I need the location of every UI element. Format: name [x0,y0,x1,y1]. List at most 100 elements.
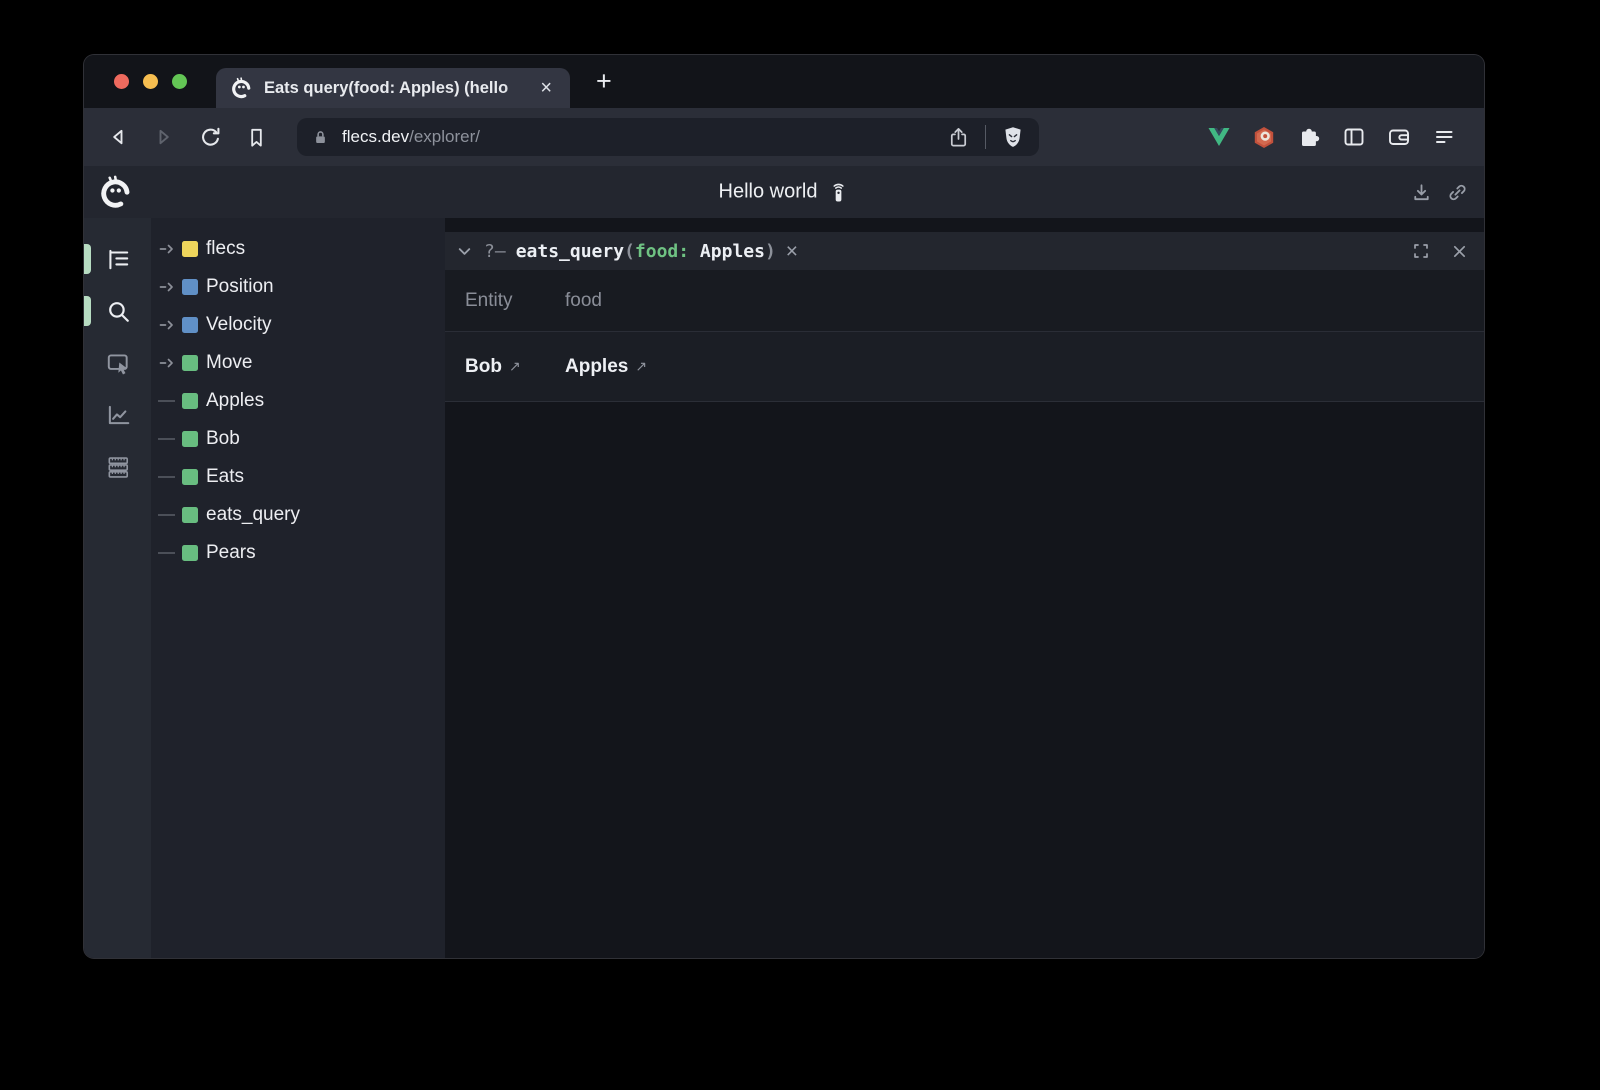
brave-shield-icon[interactable] [1001,125,1025,149]
download-icon[interactable] [1408,179,1434,205]
entity-tree-panel: flecs Position Velocity Move Apples [151,218,445,958]
flecs-logo-icon [98,175,132,209]
forward-button[interactable] [150,123,178,151]
vue-devtools-icon[interactable] [1207,125,1231,149]
tree-item-label: eats_query [206,504,300,526]
column-header-entity: Entity [465,290,565,312]
entity-color-swatch [182,355,198,371]
tree-item-flecs[interactable]: flecs [151,230,445,268]
tree-item-velocity[interactable]: Velocity [151,306,445,344]
zoom-window-button[interactable] [172,74,187,89]
hexagon-extension-icon[interactable] [1252,125,1276,149]
query-expression: ?–eats_query(food: Apples) [484,241,776,262]
query-header: ?–eats_query(food: Apples) × [445,232,1484,270]
expand-arrow-icon[interactable] [158,279,176,295]
close-panel-icon[interactable] [1451,243,1468,260]
wallet-icon[interactable] [1387,125,1411,149]
paren-open: ( [624,241,635,262]
close-window-button[interactable] [114,74,129,89]
entity-color-swatch [182,393,198,409]
entity-name: Bob [465,356,502,378]
expand-arrow-icon[interactable] [158,355,176,371]
query-clear-icon[interactable]: × [786,241,798,262]
tree-item-label: Position [206,276,274,298]
panel-gap [445,218,1484,232]
active-panel-indicator [84,296,91,326]
charts-icon[interactable] [105,402,131,428]
leaf-dash [158,469,176,485]
share-icon[interactable] [947,126,970,149]
link-icon[interactable] [1444,179,1470,205]
expand-arrow-icon[interactable] [158,317,176,333]
browser-tab[interactable]: Eats query(food: Apples) (hello × [216,68,570,108]
tree-item-label: Pears [206,542,256,564]
tree-item-move[interactable]: Move [151,344,445,382]
leaf-dash [158,507,176,523]
tree-item-eats-query[interactable]: eats_query [151,496,445,534]
food-cell[interactable]: Apples↗ [565,356,1484,378]
search-icon[interactable] [105,298,131,324]
tree-item-apples[interactable]: Apples [151,382,445,420]
table-row: Bob ↗ Apples↗ [445,332,1484,402]
flecs-favicon-icon [230,77,252,99]
app-body: flecs Position Velocity Move Apples [84,218,1484,958]
tree-item-eats[interactable]: Eats [151,458,445,496]
divider [985,125,986,149]
data-rows-icon[interactable] [105,454,131,480]
leaf-dash [158,393,176,409]
open-entity-icon[interactable]: ↗ [509,358,521,375]
entity-color-swatch [182,279,198,295]
tab-title: Eats query(food: Apples) (hello [264,79,534,98]
app-header-actions [1408,179,1470,205]
tree-item-label: flecs [206,238,245,260]
entity-color-swatch [182,431,198,447]
collapse-chevron-icon[interactable] [455,242,474,261]
entity-color-swatch [182,469,198,485]
tree-item-label: Move [206,352,252,374]
browser-toolbar: flecs.dev/explorer/ [84,108,1484,166]
tree-view-icon[interactable] [105,246,131,272]
menu-icon[interactable] [1432,125,1456,149]
reload-button[interactable] [196,123,224,151]
url-domain: flecs.dev [342,127,409,146]
expand-arrow-icon[interactable] [158,241,176,257]
extensions-area [1207,125,1464,149]
active-panel-indicator [84,244,91,274]
leaf-dash [158,431,176,447]
icon-rail [84,218,151,958]
query-prompt: ?– [484,241,506,262]
leaf-dash [158,545,176,561]
entity-color-swatch [182,545,198,561]
browser-window: Eats query(food: Apples) (hello × + flec… [84,55,1484,958]
extensions-puzzle-icon[interactable] [1297,125,1321,149]
address-bar[interactable]: flecs.dev/explorer/ [297,118,1039,156]
tree-item-label: Velocity [206,314,271,336]
paren-close: ) [765,241,776,262]
tree-item-position[interactable]: Position [151,268,445,306]
tree-item-pears[interactable]: Pears [151,534,445,572]
back-button[interactable] [104,123,132,151]
sidebar-toggle-icon[interactable] [1342,125,1366,149]
lock-icon [311,128,330,147]
minimize-window-button[interactable] [143,74,158,89]
entity-color-swatch [182,241,198,257]
app-header: Hello world [84,166,1484,218]
open-entity-icon[interactable]: ↗ [635,358,647,375]
tree-item-label: Eats [206,466,244,488]
query-value: Apples [689,241,765,262]
fullscreen-icon[interactable] [1412,242,1430,260]
url-path: /explorer/ [409,127,480,146]
tab-close-icon[interactable]: × [534,76,558,100]
entity-color-swatch [182,317,198,333]
inspector-icon[interactable] [105,350,131,376]
tree-item-label: Bob [206,428,240,450]
app-title-group: Hello world [719,181,850,204]
remote-connection-icon[interactable] [827,181,849,203]
bookmark-icon[interactable] [242,123,270,151]
new-tab-button[interactable]: + [590,68,618,95]
tree-item-bob[interactable]: Bob [151,420,445,458]
query-name: eats_query [516,241,624,262]
tab-bar: Eats query(food: Apples) (hello × + [84,55,1484,108]
entity-cell[interactable]: Bob ↗ [465,356,565,378]
url-text: flecs.dev/explorer/ [342,127,480,147]
